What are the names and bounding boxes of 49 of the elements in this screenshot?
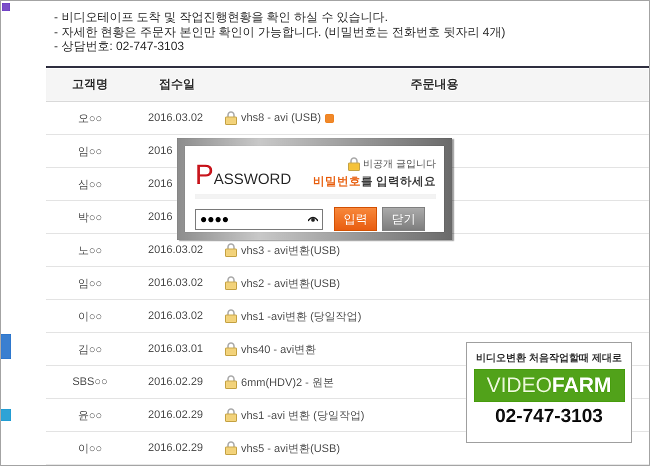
phone-number: 02-747-3103 bbox=[495, 406, 603, 428]
table-cell: 2016.03.02 bbox=[148, 112, 204, 124]
table-cell: 2016.02.29 bbox=[148, 376, 204, 388]
sidebar-tab[interactable] bbox=[1, 409, 11, 421]
table-cell-text: 오○○ bbox=[76, 112, 104, 126]
column-header: 고객명 bbox=[71, 76, 109, 93]
table-cell-text: 심○○ bbox=[76, 178, 104, 192]
password-prompt: 비밀번호를 입력하세요 bbox=[312, 175, 436, 189]
ad-banner[interactable]: 비디오변환 처음작업할때 제대로 VIDEOFARM 02-747-3103 bbox=[466, 342, 632, 443]
order-link[interactable]: 6mm(HDV)2 - 원본 bbox=[241, 374, 334, 390]
order-link[interactable]: vhs2 - avi변환(USB) bbox=[241, 276, 340, 290]
table-cell-text: 임○○ bbox=[76, 144, 104, 158]
order-link[interactable]: vhs1 -avi 변환 (당일작업) bbox=[241, 408, 364, 422]
table-cell-text: 이○○ bbox=[76, 310, 104, 324]
notice-text: - 비디오테이프 도착 및 작업진행현황을 확인 하실 수 있습니다. bbox=[54, 10, 390, 24]
table-cell: 2016.02.29 bbox=[148, 409, 204, 421]
eye-icon[interactable] bbox=[308, 216, 318, 222]
table-cell-text: 노○○ bbox=[76, 244, 104, 258]
ad-tagline: 비디오변환 처음작업할때 제대로 bbox=[476, 352, 622, 365]
table-cell: 2016 bbox=[148, 211, 172, 223]
table-cell-text: 이○○ bbox=[76, 442, 104, 456]
notice-text: - 상담번호: 02-747-3103 bbox=[54, 39, 186, 54]
table-cell-text: 김○○ bbox=[76, 342, 104, 356]
brand-logo: VIDEOFARM bbox=[474, 369, 624, 402]
table-cell-text: 박○○ bbox=[76, 210, 104, 224]
table-cell: 2016.03.02 bbox=[148, 244, 204, 256]
padlock-icon bbox=[348, 157, 360, 171]
table-cell: 2016.03.02 bbox=[148, 277, 204, 289]
table-cell: 2016 bbox=[148, 145, 172, 157]
notice-text: - 자세한 현황은 주문자 본인만 확인이 가능합니다. (비밀번호는 전화번호 뒷자리 4개) bbox=[54, 24, 506, 39]
column-header: 주문내용 bbox=[410, 76, 460, 93]
password-field[interactable]: ●●●● bbox=[195, 208, 323, 230]
order-link[interactable]: vhs5 - avi변환(USB) bbox=[241, 440, 340, 456]
table-cell: 2016.02.29 bbox=[148, 442, 204, 454]
table-cell: 2016.03.01 bbox=[148, 343, 204, 355]
order-link[interactable]: vhs1 -avi변환 (당일작업) bbox=[241, 308, 362, 324]
table-cell: 2016.03.02 bbox=[148, 310, 204, 322]
order-link[interactable]: vhs8 - avi (USB) bbox=[241, 112, 322, 124]
sidebar-marker bbox=[2, 3, 10, 11]
table-cell-text: 윤○○ bbox=[76, 408, 104, 422]
private-note: 비공개 글입니다 bbox=[363, 158, 436, 171]
table-cell: 2016 bbox=[148, 178, 172, 190]
column-header: 접수일 bbox=[158, 76, 196, 93]
table-cell-text: SBS○○ bbox=[71, 376, 109, 388]
sidebar-tab[interactable] bbox=[1, 334, 11, 359]
order-link[interactable]: vhs3 - avi변환(USB) bbox=[241, 242, 340, 258]
table-cell-text: 임○○ bbox=[76, 276, 104, 290]
dialog-title: PASSWORD bbox=[195, 161, 292, 192]
order-link[interactable]: vhs40 - avi변환 bbox=[241, 342, 316, 356]
